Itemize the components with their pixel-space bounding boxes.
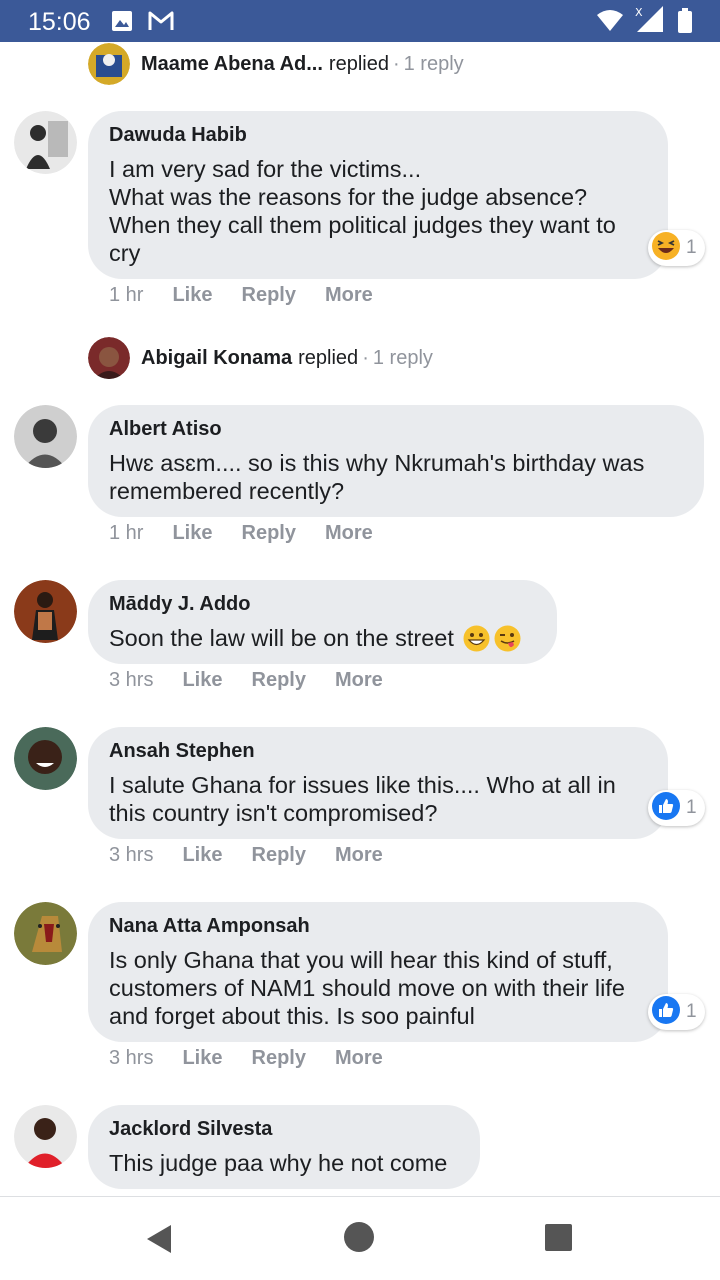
more-button[interactable]: More <box>335 1047 383 1070</box>
avatar[interactable] <box>14 727 77 790</box>
like-button[interactable]: Like <box>172 522 212 545</box>
comment-text: Hwɛ asɛm.... so is this why Nkrumah's bi… <box>109 450 645 504</box>
like-button[interactable]: Like <box>182 844 222 867</box>
like-button[interactable]: Like <box>172 284 212 307</box>
home-icon[interactable] <box>343 1221 375 1258</box>
more-button[interactable]: More <box>325 284 373 307</box>
separator-dot: · <box>362 346 369 369</box>
comment-actions: 3 hrs Like Reply More <box>109 669 412 692</box>
comment-text: Soon the law will be on the street <box>109 625 454 651</box>
gmail-icon <box>148 11 174 36</box>
reply-count[interactable]: 1 reply <box>404 53 464 76</box>
reaction-badge[interactable]: 1 <box>648 230 705 266</box>
navigation-bar <box>0 1196 720 1280</box>
status-time: 15:06 <box>28 8 91 36</box>
image-icon <box>111 10 133 37</box>
reaction-badge[interactable]: 1 <box>648 994 705 1030</box>
winking-tongue-emoji-icon <box>494 625 521 652</box>
separator-dot: · <box>392 52 400 75</box>
avatar[interactable] <box>14 111 77 174</box>
like-button[interactable]: Like <box>182 1047 222 1070</box>
comment-list[interactable]: Maame Abena Ad... replied · 1 reply Dawu… <box>0 42 720 1196</box>
comment-time: 3 hrs <box>109 844 154 866</box>
reply-author[interactable]: Abigail Konama <box>141 347 292 370</box>
svg-text:X: X <box>635 6 643 19</box>
comment-text-row: Soon the law will be on the street <box>109 624 537 652</box>
reply-button[interactable]: Reply <box>252 844 306 867</box>
comment-author[interactable]: Jacklord Silvesta <box>109 1117 460 1141</box>
reply-verb: replied <box>298 346 359 369</box>
avatar[interactable] <box>14 902 77 965</box>
reaction-badge[interactable]: 1 <box>648 790 705 826</box>
battery-icon <box>677 8 693 39</box>
more-button[interactable]: More <box>335 669 383 692</box>
grinning-emoji-icon <box>463 625 490 652</box>
thumbs-up-icon <box>651 995 681 1030</box>
avatar[interactable] <box>88 43 130 85</box>
comment-bubble[interactable]: Nana Atta Amponsah Is only Ghana that yo… <box>88 902 668 1042</box>
reaction-count: 1 <box>686 237 697 258</box>
comment-bubble[interactable]: Jacklord Silvesta This judge paa why he … <box>88 1105 480 1189</box>
reply-button[interactable]: Reply <box>252 669 306 692</box>
comment-time: 1 hr <box>109 522 144 544</box>
comment-text: Is only Ghana that you will hear this ki… <box>109 947 625 1029</box>
comment-time: 3 hrs <box>109 1047 154 1069</box>
like-button[interactable]: Like <box>182 669 222 692</box>
reply-author[interactable]: Maame Abena Ad... <box>141 53 323 76</box>
signal-icon: X <box>633 4 667 39</box>
avatar[interactable] <box>14 405 77 468</box>
reaction-count: 1 <box>686 1001 697 1022</box>
comment-author[interactable]: Dawuda Habib <box>109 123 648 147</box>
back-icon[interactable] <box>145 1223 173 1260</box>
wifi-icon <box>596 8 624 37</box>
avatar[interactable] <box>88 337 130 379</box>
comment-actions: 3 hrs Like Reply More <box>109 1047 412 1070</box>
comment-author[interactable]: Nana Atta Amponsah <box>109 914 648 938</box>
comment-actions: 3 hrs Like Reply More <box>109 844 412 867</box>
reply-summary[interactable]: Maame Abena Ad... replied · 1 reply <box>88 42 464 86</box>
comment-actions: 1 hr Like Reply More <box>109 522 402 545</box>
reply-button[interactable]: Reply <box>242 284 296 307</box>
reply-summary[interactable]: Abigail Konama replied · 1 reply <box>88 336 433 380</box>
comment-bubble[interactable]: Māddy J. Addo Soon the law will be on th… <box>88 580 557 664</box>
more-button[interactable]: More <box>335 844 383 867</box>
reply-button[interactable]: Reply <box>242 522 296 545</box>
comment-bubble[interactable]: Albert Atiso Hwɛ asɛm.... so is this why… <box>88 405 704 517</box>
comment-author[interactable]: Albert Atiso <box>109 417 684 441</box>
comment-text: I salute Ghana for issues like this.... … <box>109 772 616 826</box>
comment-text: I am very sad for the victims... What wa… <box>109 156 616 266</box>
reply-verb: replied <box>328 52 389 75</box>
laughing-emoji-icon <box>651 231 681 266</box>
thumbs-up-icon <box>651 791 681 826</box>
reply-count[interactable]: 1 reply <box>373 347 433 370</box>
comment-bubble[interactable]: Ansah Stephen I salute Ghana for issues … <box>88 727 668 839</box>
comment-time: 1 hr <box>109 284 144 306</box>
comment-author[interactable]: Māddy J. Addo <box>109 592 537 616</box>
avatar[interactable] <box>14 1105 77 1168</box>
status-bar: 15:06 X <box>0 0 720 42</box>
reply-button[interactable]: Reply <box>252 1047 306 1070</box>
comment-bubble[interactable]: Dawuda Habib I am very sad for the victi… <box>88 111 668 279</box>
comment-author[interactable]: Ansah Stephen <box>109 739 648 763</box>
comment-text: This judge paa why he not come <box>109 1150 448 1176</box>
comment-time: 3 hrs <box>109 669 154 691</box>
more-button[interactable]: More <box>325 522 373 545</box>
comment-actions: 1 hr Like Reply More <box>109 284 402 307</box>
recents-icon[interactable] <box>545 1224 572 1256</box>
reaction-count: 1 <box>686 797 697 818</box>
avatar[interactable] <box>14 580 77 643</box>
